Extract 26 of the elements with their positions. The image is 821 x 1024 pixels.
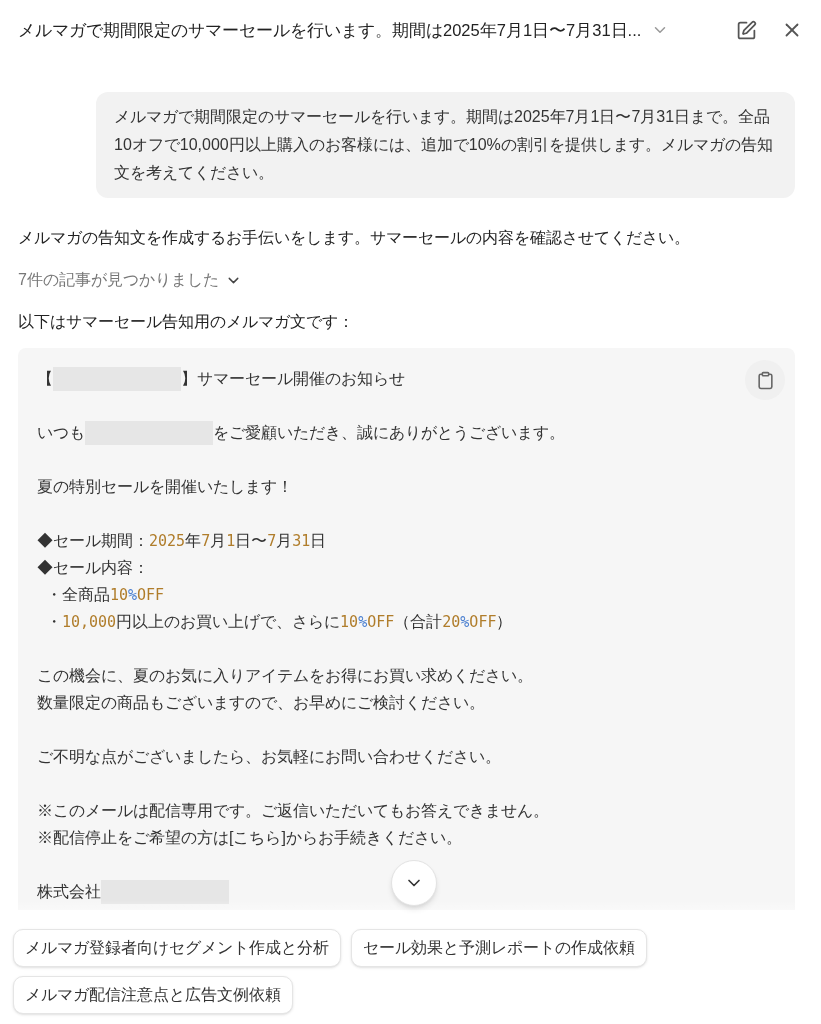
code-line: ・10,000円以上のお買い上げで、さらに10%OFF（合計20%OFF） (44, 612, 513, 633)
code-text: 株式会社 (37, 882, 101, 902)
suggestion-chip[interactable]: メルマガ登録者向けセグメント作成と分析 (13, 929, 341, 967)
code-line: 夏の特別セールを開催いたします！ (37, 477, 293, 497)
code-line: ◆セール内容： (37, 558, 149, 578)
code-line: ご不明な点がございましたら、お気軽にお問い合わせください。 (37, 747, 501, 767)
user-message: メルマガで期間限定のサマーセールを行います。期間は2025年7月1日〜7月31日まで。全品10オフで10,000円以上購入のお客様には、追加で10%の割引を提供します。メルマガの告知文を考えてください。 (96, 92, 795, 198)
copy-button[interactable] (745, 360, 785, 400)
code-text: 【 (37, 369, 53, 389)
suggestion-chip[interactable]: セール効果と予測レポートの作成依頼 (351, 929, 647, 967)
suggestion-chip[interactable]: メルマガ配信注意点と広告文例依頼 (13, 976, 293, 1014)
assistant-message: 以下はサマーセール告知用のメルマガ文です： (18, 312, 355, 332)
assistant-message: メルマガの告知文を作成するお手伝いをします。サマーセールの内容を確認させてください。 (18, 228, 691, 248)
code-text: 】サマーセール開催のお知らせ (181, 369, 405, 389)
code-line: ※このメールは配信専用です。ご返信いただいてもお答えできません。 (37, 801, 549, 821)
code-text: をご愛顧いただき、誠にありがとうございます。 (213, 423, 565, 443)
conversation-title: メルマガで期間限定のサマーセールを行います。期間は2025年7月1日〜7月31日... (18, 19, 642, 41)
code-line: ・全商品10%OFF (44, 585, 165, 606)
code-line: 数量限定の商品もございますので、お早めにご検討ください。 (37, 693, 485, 713)
code-text: いつも (37, 423, 85, 443)
code-line: ◆セール期間：2025年7月 1日〜7月 31日 (37, 531, 327, 552)
sources-toggle[interactable]: 7件の記事が見つかりました (18, 268, 242, 292)
clipboard-icon (755, 370, 775, 390)
edit-icon[interactable] (736, 19, 757, 41)
code-line: ※配信停止をご希望の方は[こちら]からお手続きください。 (37, 828, 462, 848)
code-line: この機会に、夏のお気に入りアイテムをお得にお買い求めください。 (37, 666, 533, 686)
